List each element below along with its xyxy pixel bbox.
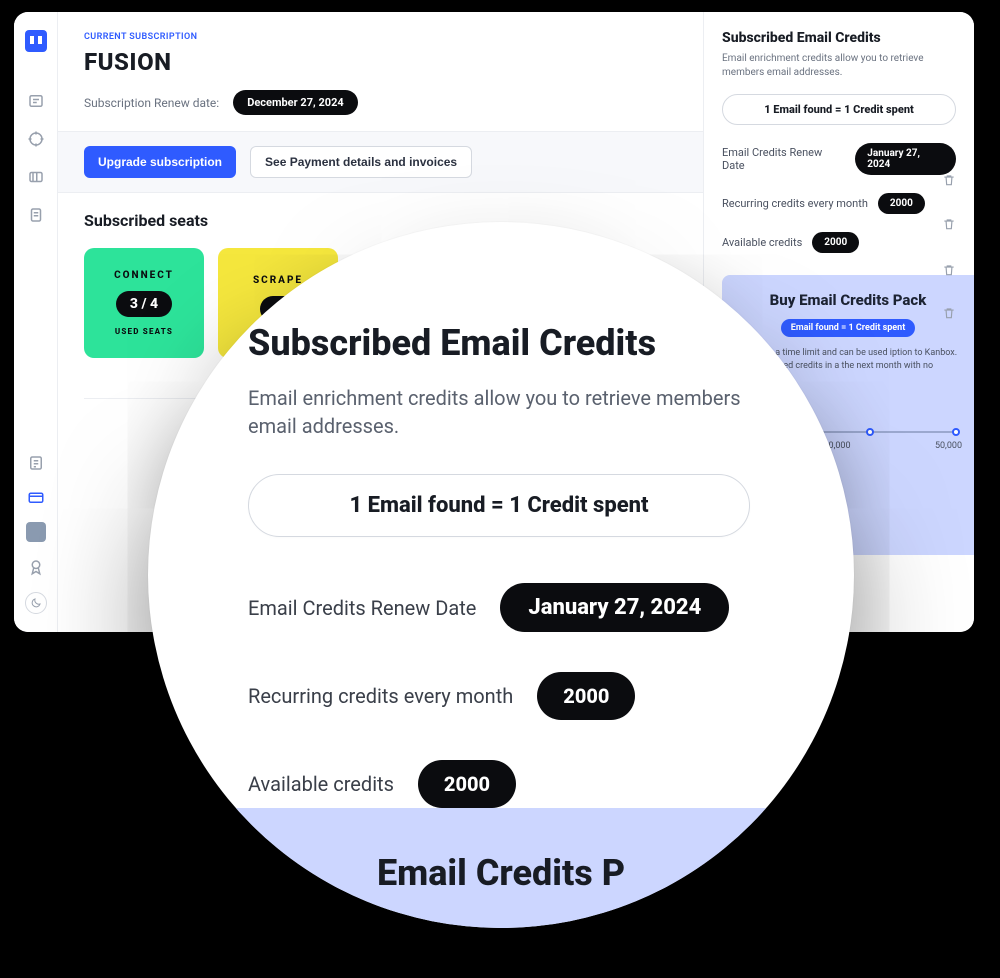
credits-title: Subscribed Email Credits: [722, 30, 956, 46]
nav-doc-icon[interactable]: [27, 206, 45, 224]
nav-home-icon[interactable]: [27, 92, 45, 110]
seat-card-sub: USED SEATS: [115, 327, 173, 336]
credits-renew-label: Email Credits Renew Date: [722, 146, 845, 172]
nav-board-icon[interactable]: [27, 168, 45, 186]
slider-tick-label: 50,000: [935, 441, 962, 451]
actions-row: Upgrade subscription See Payment details…: [58, 132, 703, 193]
zoom-title: Subscribed Email Credits: [248, 322, 774, 364]
zoom-renew-row: Email Credits Renew Date January 27, 202…: [248, 583, 774, 632]
credits-subtitle: Email enrichment credits allow you to re…: [722, 52, 956, 80]
renew-date-pill: December 27, 2024: [233, 90, 358, 115]
user-avatar[interactable]: [26, 522, 46, 542]
zoom-circle: Email Credits P Subscribed Email Credits…: [148, 222, 854, 928]
trash-icon[interactable]: [942, 172, 956, 186]
credits-recurring-label: Recurring credits every month: [722, 197, 868, 210]
zoom-available-label: Available credits: [248, 772, 394, 796]
credits-recurring-pill: 2000: [878, 193, 925, 214]
trash-icon[interactable]: [942, 262, 956, 276]
zoom-available-row: Available credits 2000: [248, 760, 774, 808]
seat-card-ratio: 3 / 4: [116, 291, 172, 317]
theme-toggle-icon[interactable]: [25, 592, 47, 614]
nav-list-icon[interactable]: [27, 454, 45, 472]
renew-label: Subscription Renew date:: [84, 96, 219, 110]
zoom-equation-badge: 1 Email found = 1 Credit spent: [248, 474, 750, 537]
nav-target-icon[interactable]: [27, 130, 45, 148]
trash-icon[interactable]: [942, 216, 956, 230]
zoom-available-pill: 2000: [418, 760, 516, 808]
nav-billing-icon[interactable]: [27, 488, 45, 506]
sidebar: [14, 12, 58, 632]
credits-equation-badge: 1 Email found = 1 Credit spent: [722, 94, 956, 125]
zoom-recurring-pill: 2000: [537, 672, 635, 720]
zoom-subtitle: Email enrichment credits allow you to re…: [248, 384, 748, 440]
seat-card-connect[interactable]: CONNECT 3 / 4 USED SEATS: [84, 248, 204, 358]
app-logo-icon[interactable]: [25, 30, 47, 52]
zoom-renew-label: Email Credits Renew Date: [248, 596, 476, 620]
zoom-renew-date-pill: January 27, 2024: [500, 583, 729, 632]
zoom-recurring-label: Recurring credits every month: [248, 684, 513, 708]
payment-details-button[interactable]: See Payment details and invoices: [250, 146, 472, 178]
plan-name: FUSION: [84, 48, 677, 76]
subscription-header: CURRENT SUBSCRIPTION FUSION Subscription…: [58, 12, 703, 132]
credits-renew-date-pill: January 27, 2024: [855, 143, 956, 175]
upgrade-subscription-button[interactable]: Upgrade subscription: [84, 146, 236, 178]
trash-icon[interactable]: [942, 305, 956, 319]
seat-card-title: CONNECT: [114, 270, 174, 281]
zoom-recurring-row: Recurring credits every month 2000: [248, 672, 774, 720]
subscription-eyebrow: CURRENT SUBSCRIPTION: [84, 32, 677, 42]
nav-award-icon[interactable]: [27, 558, 45, 576]
